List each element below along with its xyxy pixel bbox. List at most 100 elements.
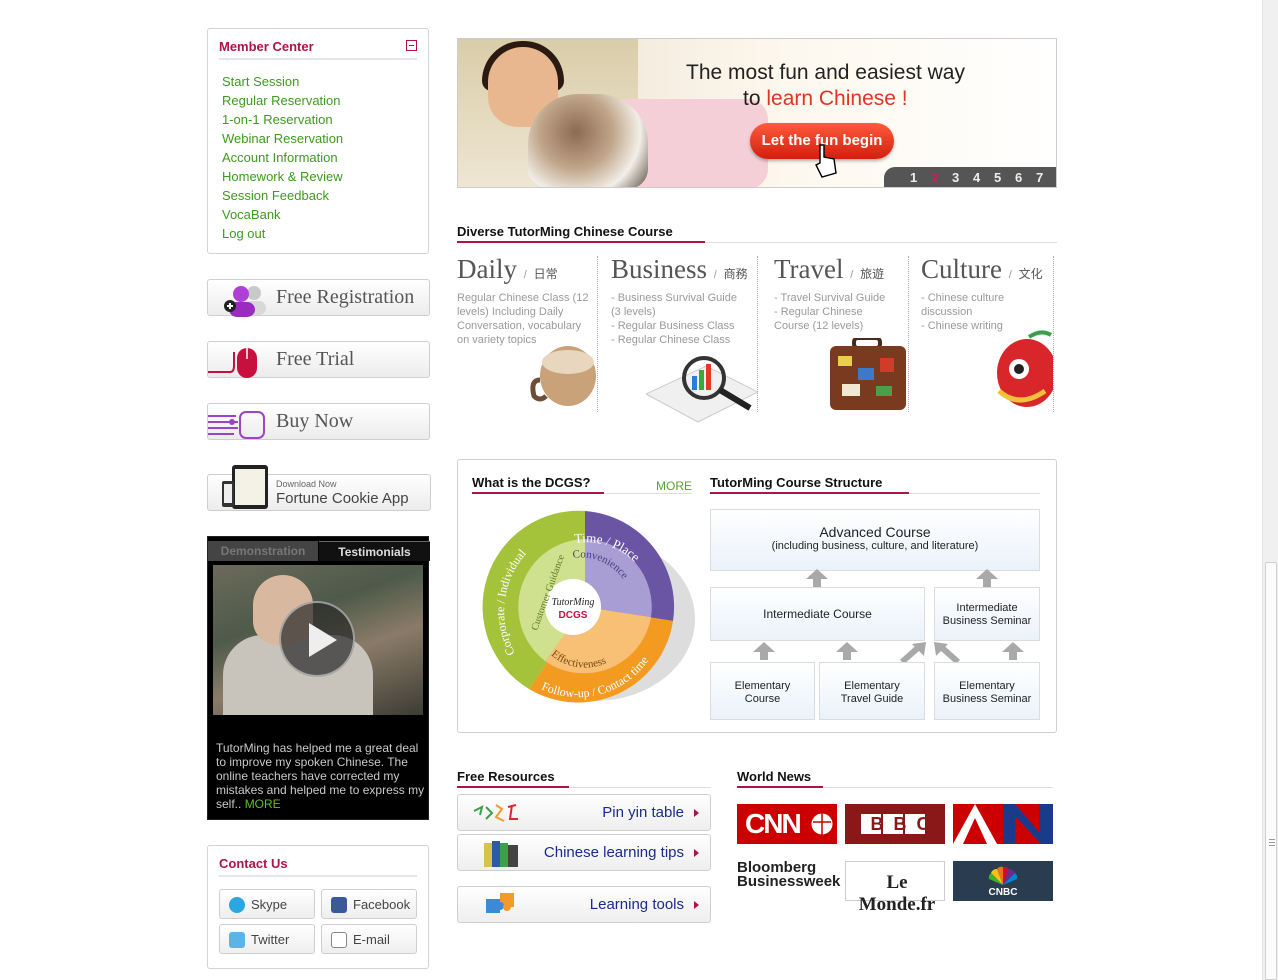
envelope-icon: [331, 932, 347, 948]
elementary-seminar-box[interactable]: Elementary Business Seminar: [934, 662, 1040, 720]
pager-6[interactable]: 6: [1015, 170, 1022, 185]
app-name-label: Fortune Cookie App: [276, 490, 409, 507]
cnn-logo-text: CNN: [745, 808, 802, 839]
bbc-logo-text: BBC: [870, 814, 940, 834]
scroll-grip: [1269, 839, 1275, 840]
testimonial-video[interactable]: [213, 565, 423, 715]
testimonial-text: TutorMing has helped me a great deal to …: [216, 741, 428, 811]
course-separator: /: [713, 269, 717, 281]
scrollbar-thumb[interactable]: [1265, 562, 1277, 980]
chinese-learning-tips-label: Chinese learning tips: [543, 844, 684, 861]
an-logo[interactable]: AN: [953, 804, 1053, 844]
play-icon[interactable]: [279, 601, 355, 677]
course-daily-desc: Regular Chinese Class (12 levels) Includ…: [457, 292, 589, 346]
pager-3[interactable]: 3: [952, 170, 959, 185]
link-account-information[interactable]: Account Information: [222, 148, 343, 167]
le-monde-logo[interactable]: Le Monde.fr: [845, 861, 945, 915]
title-underline: [457, 786, 569, 788]
divider: [219, 875, 417, 877]
course-separator: /: [1008, 269, 1012, 281]
learning-tools-button[interactable]: Learning tools: [457, 886, 711, 923]
cnbc-logo[interactable]: CNBC: [953, 861, 1053, 901]
pager-1[interactable]: 1: [910, 170, 917, 185]
twitter-icon: [229, 932, 245, 948]
bloomberg-logo[interactable]: Bloomberg Businessweek: [737, 860, 840, 901]
free-registration-button[interactable]: Free Registration: [207, 279, 430, 317]
member-center-title: Member Center: [219, 39, 314, 54]
course-culture-title: Culture: [921, 254, 1002, 284]
elementary-course-box[interactable]: Elementary Course: [710, 662, 815, 720]
divider: [1053, 256, 1054, 412]
suitcase-icon: [830, 338, 906, 410]
hero-banner[interactable]: The most fun and easiest way to learn Ch…: [457, 38, 1057, 188]
course-travel-chinese: 旅遊: [860, 267, 885, 281]
pin-yin-table-button[interactable]: Pin yin table: [457, 794, 711, 831]
facebook-label: Facebook: [353, 897, 411, 912]
link-start-session[interactable]: Start Session: [222, 72, 343, 91]
advanced-course-sub: (including business, culture, and litera…: [771, 540, 979, 552]
intermediate-course-label: Intermediate Course: [763, 607, 872, 621]
bbc-logo[interactable]: BBC: [845, 804, 945, 844]
testimonial-more-link[interactable]: MORE: [245, 797, 281, 811]
wheel-center-label: DCGS: [559, 610, 588, 621]
fortune-cookie-app-button[interactable]: Download Now Fortune Cookie App: [207, 465, 431, 511]
course-business-desc: - Business Survival Guide (3 levels) - R…: [611, 292, 737, 346]
course-daily-name: Daily / 日常: [457, 254, 607, 285]
twitter-label: Twitter: [251, 932, 290, 947]
link-1on1-reservation[interactable]: 1-on-1 Reservation: [222, 110, 343, 129]
contact-us-title: Contact Us: [219, 856, 288, 871]
an-logo-graphic: [953, 804, 1053, 844]
chinese-learning-tips-button[interactable]: Chinese learning tips: [457, 834, 711, 871]
elementary-travel-box[interactable]: Elementary Travel Guide: [819, 662, 925, 720]
course-travel-desc: - Travel Survival Guide - Regular Chines…: [774, 292, 886, 332]
link-homework-review[interactable]: Homework & Review: [222, 167, 343, 186]
pager-2[interactable]: 2: [931, 170, 938, 185]
globe-icon: [810, 812, 834, 836]
intermediate-course-box[interactable]: Intermediate Course: [710, 587, 925, 641]
intermediate-seminar-box[interactable]: Intermediate Business Seminar: [934, 587, 1040, 641]
title-underline: [710, 492, 909, 494]
link-regular-reservation[interactable]: Regular Reservation: [222, 91, 343, 110]
cnn-logo[interactable]: CNN: [737, 804, 837, 844]
link-session-feedback[interactable]: Session Feedback: [222, 186, 343, 205]
email-button[interactable]: E-mail: [321, 924, 417, 954]
cnbc-logo-text: CNBC: [988, 887, 1018, 898]
scroll-grip: [1269, 842, 1275, 843]
buy-now-button[interactable]: Buy Now: [207, 403, 430, 440]
buy-now-label: Buy Now: [276, 410, 354, 432]
divider: [219, 58, 417, 60]
dcgs-wheel: Time / Place Corporate / Individual Foll…: [482, 510, 695, 703]
pager-5[interactable]: 5: [994, 170, 1001, 185]
pager-4[interactable]: 4: [973, 170, 980, 185]
member-center-panel: Member Center Start Session Regular Rese…: [207, 28, 429, 254]
collapse-icon[interactable]: [406, 40, 417, 51]
banner-subheadline-highlight: learn Chinese !: [766, 87, 908, 110]
wheel-tutorming-logo: TutorMing: [552, 597, 595, 608]
elementary-course-line2: Course: [744, 693, 781, 705]
link-webinar-reservation[interactable]: Webinar Reservation: [222, 129, 343, 148]
divider: [597, 256, 598, 412]
link-vocabank[interactable]: VocaBank: [222, 205, 343, 224]
advanced-course-label: Advanced Course: [819, 524, 931, 540]
pager-7[interactable]: 7: [1036, 170, 1043, 185]
email-label: E-mail: [353, 932, 390, 947]
page-scrollbar[interactable]: [1262, 0, 1278, 980]
tab-demonstration[interactable]: Demonstration: [208, 541, 318, 561]
link-log-out[interactable]: Log out: [222, 224, 343, 243]
hand-pointer-icon: [815, 144, 837, 178]
banner-pager: 1 2 3 4 5 6 7: [884, 167, 1056, 187]
course-separator: /: [523, 269, 527, 281]
dcgs-more-link[interactable]: MORE: [656, 479, 692, 493]
free-trial-label: Free Trial: [276, 348, 355, 370]
course-culture-name: Culture / 文化: [921, 254, 1055, 285]
twitter-button[interactable]: Twitter: [219, 924, 315, 954]
advanced-course-box[interactable]: Advanced Course (including business, cul…: [710, 509, 1040, 571]
facebook-button[interactable]: Facebook: [321, 889, 417, 919]
free-trial-button[interactable]: Free Trial: [207, 341, 430, 378]
books-icon: [484, 841, 518, 867]
tab-testimonials[interactable]: Testimonials: [319, 541, 430, 561]
course-business-name: Business / 商務: [611, 254, 761, 285]
arrow-up-icon: [806, 569, 828, 587]
skype-button[interactable]: Skype: [219, 889, 315, 919]
title-underline: [737, 786, 823, 788]
